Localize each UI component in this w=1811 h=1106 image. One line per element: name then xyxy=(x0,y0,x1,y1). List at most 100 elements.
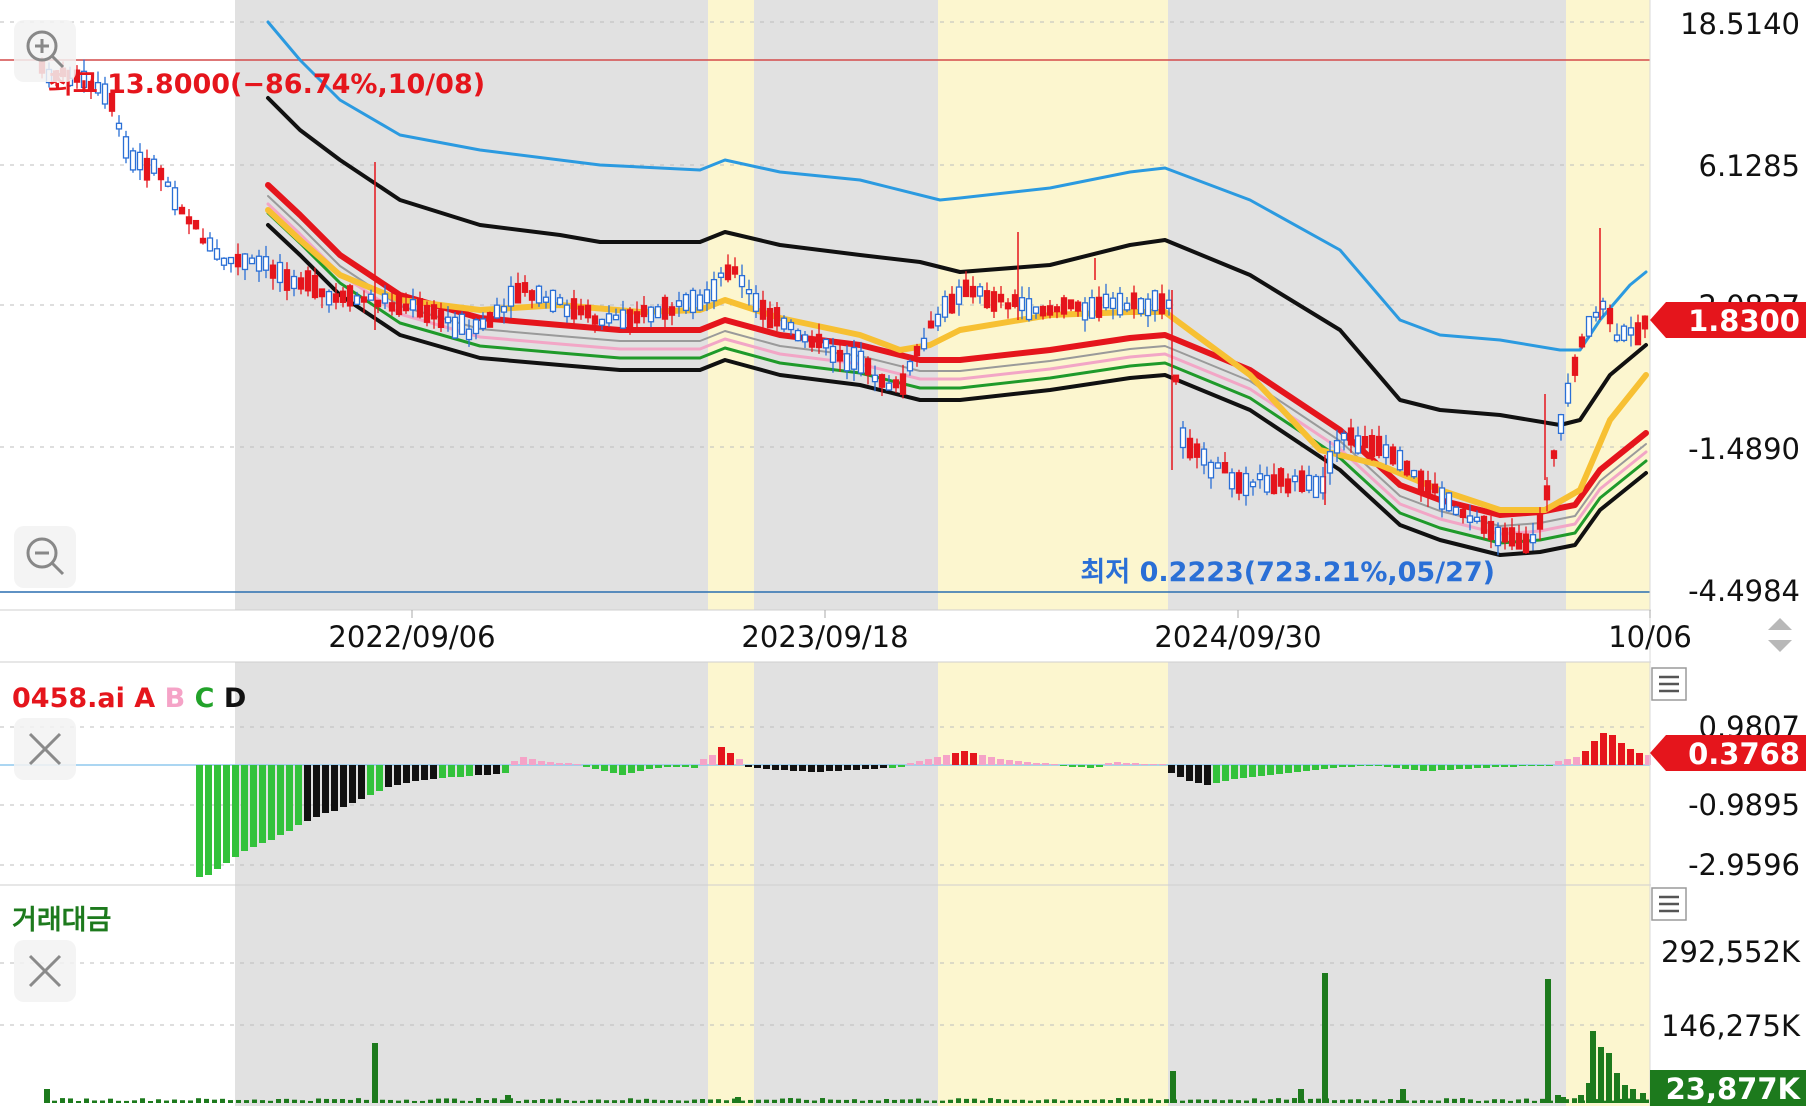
candle xyxy=(227,256,235,265)
volume-bar xyxy=(932,1100,937,1103)
candle xyxy=(1585,315,1593,337)
candle xyxy=(1235,472,1243,494)
candle xyxy=(367,293,375,301)
candle xyxy=(752,292,760,312)
histogram-bar xyxy=(835,765,842,771)
histogram-bar xyxy=(1285,765,1292,773)
histogram-bar xyxy=(1294,765,1301,772)
volume-close-button[interactable] xyxy=(14,940,76,1002)
candle xyxy=(1123,302,1131,311)
histogram-bar xyxy=(808,765,815,772)
candle xyxy=(1354,435,1362,454)
histogram-bar xyxy=(547,762,554,765)
current-price-badge: 1.8300 xyxy=(1650,302,1806,338)
candle xyxy=(871,374,879,383)
candle xyxy=(122,136,130,159)
candle xyxy=(661,296,669,320)
volume-bar xyxy=(1428,1100,1433,1103)
histogram-bar xyxy=(538,761,545,765)
candle xyxy=(829,345,837,363)
volume-bar xyxy=(1532,1100,1537,1103)
indicator-close-button[interactable] xyxy=(14,718,76,780)
volume-bar xyxy=(1284,1099,1289,1103)
candle xyxy=(724,264,732,281)
candle xyxy=(1277,468,1285,487)
candle xyxy=(626,309,634,332)
volume-bar xyxy=(676,1100,681,1103)
histogram-bar xyxy=(1546,765,1553,766)
zoom-out-button[interactable] xyxy=(14,526,76,588)
zoom-in-button[interactable] xyxy=(14,20,76,82)
volume-bar xyxy=(836,1099,841,1103)
date-label-2: 2023/09/18 xyxy=(741,620,908,654)
volume-bar xyxy=(908,1099,913,1103)
histogram-bar xyxy=(1078,765,1085,767)
histogram-bar xyxy=(700,759,707,765)
candle xyxy=(927,320,935,329)
volume-bar xyxy=(996,1099,1001,1103)
candle xyxy=(1004,302,1012,310)
candle xyxy=(1221,462,1229,474)
volume-bar xyxy=(628,1098,633,1103)
volume-bar xyxy=(164,1100,169,1103)
volume-bar xyxy=(1196,1099,1201,1103)
volume-bar xyxy=(660,1100,665,1103)
candle xyxy=(1018,297,1026,312)
volume-bar xyxy=(340,1098,345,1103)
histogram-bar xyxy=(1015,761,1022,765)
candle xyxy=(1179,427,1187,449)
volume-bar xyxy=(964,1098,969,1103)
candle xyxy=(682,293,690,312)
histogram-bar xyxy=(997,759,1004,765)
histogram-bar xyxy=(1159,764,1166,765)
volume-menu-button[interactable] xyxy=(1651,887,1687,921)
candle xyxy=(1151,290,1159,312)
histogram-bar xyxy=(1438,765,1445,770)
histogram-bar xyxy=(1465,765,1472,769)
volume-bar xyxy=(1020,1099,1025,1103)
candle xyxy=(514,282,522,304)
candle xyxy=(1242,472,1250,497)
candle xyxy=(836,349,844,362)
candle xyxy=(318,288,326,298)
period-shade xyxy=(1168,662,1566,1106)
candle xyxy=(1186,437,1194,459)
volume-bar xyxy=(756,1099,761,1103)
histogram-bar xyxy=(1204,765,1211,785)
histogram-bar xyxy=(871,765,878,769)
candle xyxy=(325,290,333,306)
volume-bar xyxy=(1540,1098,1545,1103)
candle xyxy=(1172,374,1180,383)
candle xyxy=(465,328,473,341)
candle xyxy=(1347,427,1355,446)
candle xyxy=(458,313,466,335)
indicator-menu-button[interactable] xyxy=(1651,667,1687,701)
candle xyxy=(605,313,613,324)
volume-bar xyxy=(1132,1099,1137,1103)
volume-bar xyxy=(900,1099,905,1103)
indicator-axis-label-3: -2.9596 xyxy=(1688,848,1800,882)
volume-bar xyxy=(1004,1099,1009,1103)
histogram-bar xyxy=(592,765,599,769)
volume-bar xyxy=(1228,1099,1233,1103)
period-shade xyxy=(1168,0,1566,610)
candle xyxy=(1403,460,1411,476)
candle xyxy=(430,304,438,320)
volume-bar xyxy=(180,1100,185,1103)
histogram-bar xyxy=(556,763,563,765)
candle xyxy=(416,298,424,318)
candle xyxy=(220,257,228,266)
histogram-bar xyxy=(1348,765,1355,767)
volume-bar xyxy=(300,1100,305,1103)
histogram-bar xyxy=(1420,765,1427,771)
histogram-bar xyxy=(952,753,959,765)
candle xyxy=(780,317,788,330)
histogram-bar xyxy=(457,765,464,777)
candle xyxy=(360,296,368,303)
candle xyxy=(738,274,746,288)
volume-bar xyxy=(228,1100,233,1103)
volume-bar xyxy=(788,1098,793,1103)
candle xyxy=(248,257,256,265)
histogram-bar xyxy=(1528,765,1535,766)
histogram-bar xyxy=(1267,765,1274,775)
